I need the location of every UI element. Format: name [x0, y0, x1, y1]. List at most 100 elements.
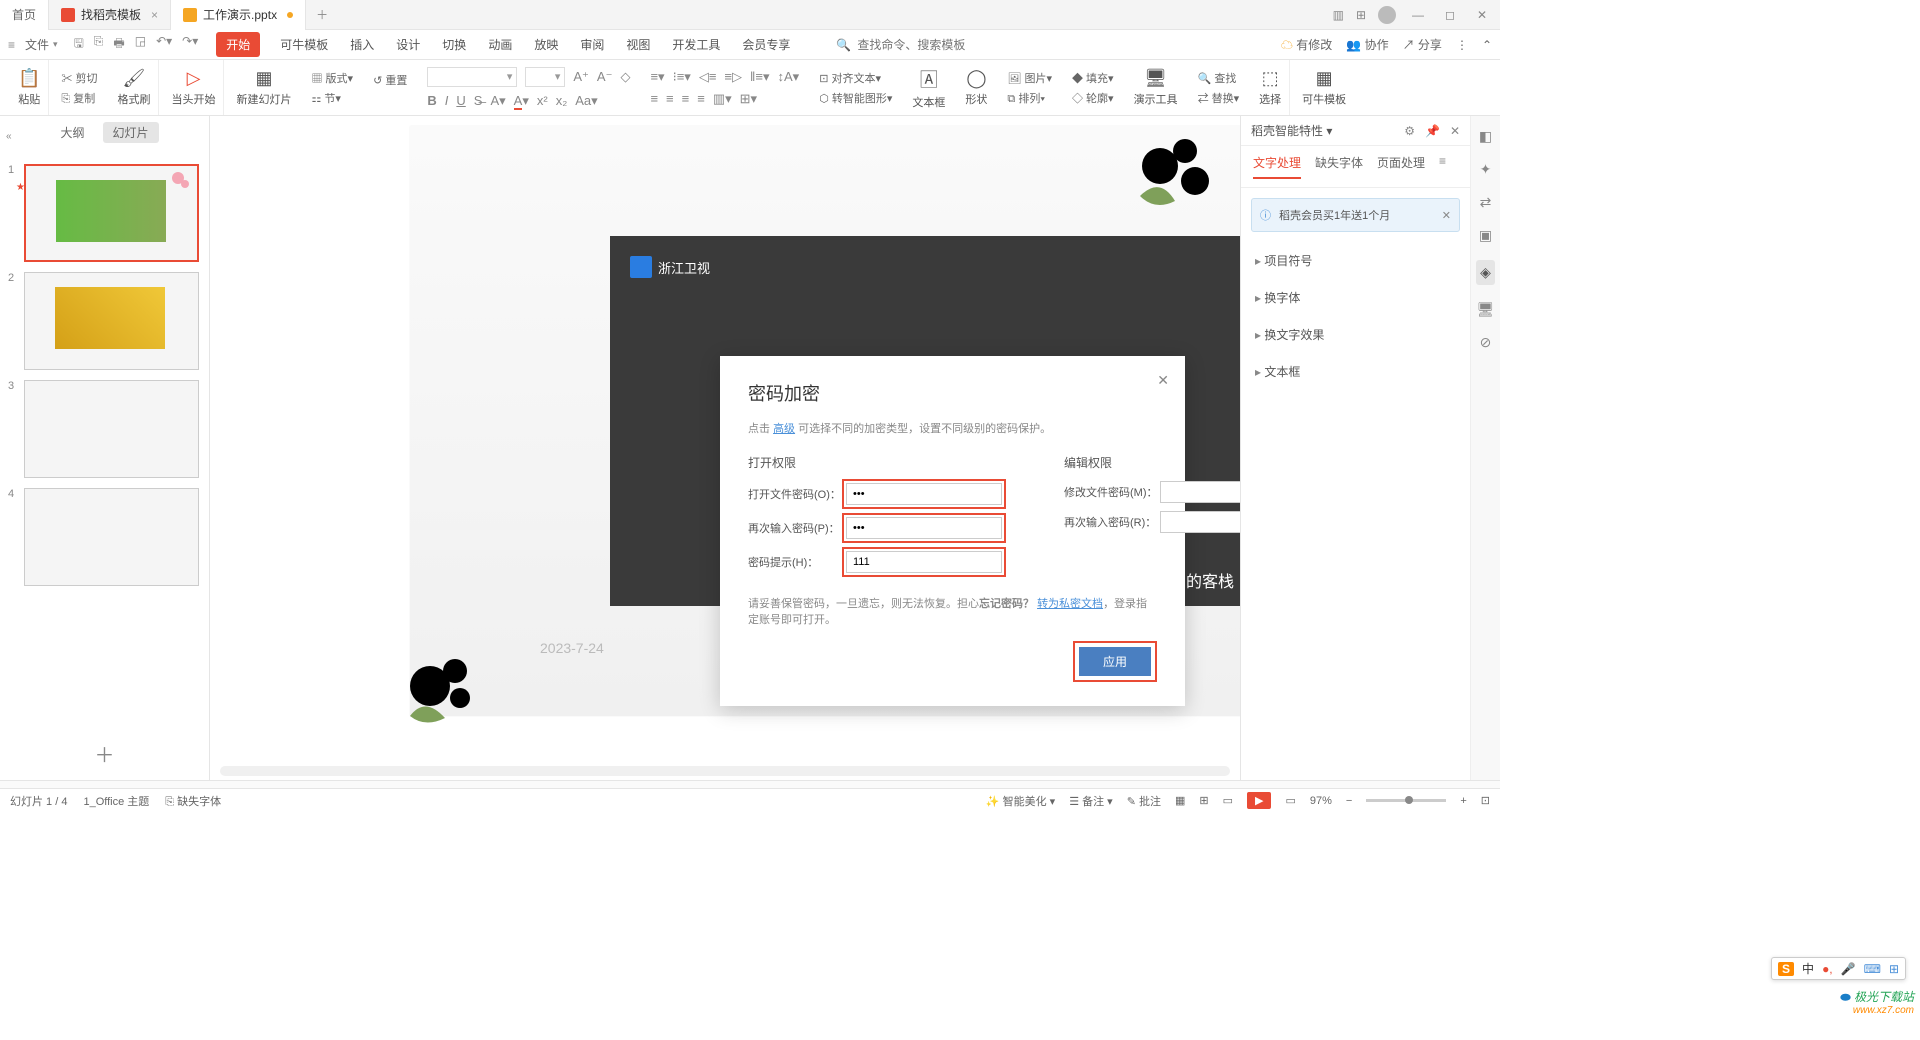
tab-review[interactable]: 审阅: [578, 32, 606, 57]
increase-font-icon[interactable]: A⁺: [573, 69, 589, 85]
copy-button[interactable]: ⎘ 复制: [61, 90, 97, 106]
indent-right-icon[interactable]: ≡▷: [724, 69, 742, 85]
replace-button[interactable]: ⇄ 替换▾: [1198, 90, 1240, 106]
tab-text-process[interactable]: 文字处理: [1253, 154, 1301, 179]
collapse-panel-icon[interactable]: «: [6, 131, 215, 142]
view-normal-icon[interactable]: ▦: [1175, 794, 1185, 807]
align-left-icon[interactable]: ≡: [650, 91, 658, 106]
pending-changes[interactable]: ☁ 有修改: [1281, 36, 1332, 53]
tab-view[interactable]: 视图: [624, 32, 652, 57]
font-color-icon[interactable]: A▾: [514, 93, 529, 109]
underline-icon[interactable]: U: [456, 93, 465, 108]
settings-icon[interactable]: ⚙: [1404, 124, 1415, 138]
template-icon[interactable]: ▦: [1316, 68, 1333, 89]
maximize-button[interactable]: ◻: [1440, 8, 1460, 22]
menu-icon[interactable]: ≡: [8, 38, 15, 52]
fit-icon[interactable]: ⊡: [1481, 794, 1490, 807]
slide-thumb-1[interactable]: 1 ★: [8, 164, 201, 262]
fontsize-combo[interactable]: ▾: [525, 67, 565, 87]
rail-help-icon[interactable]: ⊘: [1480, 334, 1492, 351]
subscript-icon[interactable]: x₂: [556, 93, 568, 108]
play-button[interactable]: ▶: [1247, 792, 1271, 809]
tab-animation[interactable]: 动画: [486, 32, 514, 57]
open-password-input[interactable]: [846, 483, 1002, 505]
pin-icon[interactable]: 📌: [1425, 124, 1440, 138]
rail-layers-icon[interactable]: ▣: [1479, 227, 1492, 244]
arrange-button[interactable]: ⧉ 排列▾: [1007, 90, 1052, 106]
dialog-close-button[interactable]: ✕: [1157, 372, 1169, 389]
clear-format-icon[interactable]: ◇: [620, 69, 630, 85]
save-icon[interactable]: 🖫: [74, 34, 84, 55]
rail-sparkle-icon[interactable]: ✦: [1480, 161, 1492, 178]
align-right-icon[interactable]: ≡: [682, 91, 690, 106]
ime-keyboard-icon[interactable]: ⌨: [1864, 962, 1881, 976]
search-input[interactable]: [857, 38, 997, 52]
text-direction-icon[interactable]: ↕A▾: [778, 69, 800, 85]
decrease-font-icon[interactable]: A⁻: [597, 69, 613, 85]
rail-smart-icon[interactable]: ◈: [1476, 260, 1495, 285]
command-search[interactable]: 🔍: [836, 38, 997, 52]
minimize-button[interactable]: —: [1408, 8, 1428, 22]
textbox-icon[interactable]: 🄰: [920, 66, 938, 92]
highlight-icon[interactable]: A▾: [490, 93, 505, 109]
open-password-confirm-input[interactable]: [846, 517, 1002, 539]
italic-icon[interactable]: I: [445, 93, 449, 108]
edit-password-confirm-input[interactable]: [1160, 511, 1240, 533]
redo-icon[interactable]: ↷▾: [182, 34, 198, 55]
beautify-button[interactable]: ✨ 智能美化 ▾: [986, 793, 1055, 809]
line-spacing-icon[interactable]: ‖≡▾: [750, 69, 769, 85]
ime-voice-icon[interactable]: 🎤: [1841, 962, 1856, 976]
tab-keniu[interactable]: 可牛模板: [278, 32, 330, 57]
select-icon[interactable]: ⬚: [1262, 68, 1279, 89]
tab-document[interactable]: 工作演示.pptx: [171, 0, 306, 30]
ime-settings-icon[interactable]: ⊞: [1889, 962, 1899, 976]
private-doc-link[interactable]: 转为私密文档: [1037, 598, 1103, 610]
layout-toggle-icon[interactable]: ▥: [1333, 8, 1344, 22]
columns-icon[interactable]: ▥▾: [713, 91, 732, 107]
rail-screen-icon[interactable]: 🖥: [1477, 301, 1495, 318]
format-painter-icon[interactable]: 🖌: [123, 68, 146, 89]
apply-button[interactable]: 应用: [1079, 647, 1151, 676]
edit-password-input[interactable]: [1160, 481, 1240, 503]
close-icon[interactable]: ×: [151, 8, 158, 22]
zoom-minus[interactable]: −: [1346, 795, 1352, 807]
slide-thumb-2[interactable]: 2: [8, 272, 201, 370]
password-hint-input[interactable]: [846, 551, 1002, 573]
ime-punct-icon[interactable]: ●,: [1822, 962, 1833, 976]
rail-design-icon[interactable]: ◧: [1479, 128, 1492, 145]
tab-template[interactable]: 找稻壳模板×: [49, 0, 171, 30]
tab-member[interactable]: 会员专享: [740, 32, 792, 57]
align-text-button[interactable]: ⊡ 对齐文本▾: [819, 70, 892, 86]
coop-button[interactable]: 👥 协作: [1346, 36, 1388, 53]
item-textbox[interactable]: 文本框: [1241, 353, 1470, 390]
share-button[interactable]: ↗ 分享: [1403, 36, 1442, 53]
view-sorter-icon[interactable]: ⊞: [1199, 794, 1208, 807]
numbering-icon[interactable]: ⁝≡▾: [673, 69, 691, 85]
member-banner[interactable]: ⓘ 稻壳会员买1年送1个月 ✕: [1251, 198, 1460, 232]
zoom-value[interactable]: 97%: [1310, 795, 1332, 807]
image-button[interactable]: 🖼 图片▾: [1007, 70, 1052, 86]
section-button[interactable]: ⚏ 节▾: [311, 90, 353, 106]
comments-button[interactable]: ✎ 批注: [1127, 793, 1161, 809]
tab-home[interactable]: 首页: [0, 0, 49, 30]
play-from-start-icon[interactable]: ▷: [187, 68, 201, 89]
item-bullets[interactable]: 项目符号: [1241, 242, 1470, 279]
strike-icon[interactable]: S̶: [474, 93, 483, 108]
cut-button[interactable]: ✂ 剪切: [61, 70, 97, 86]
fill-button[interactable]: ◆ 填充▾: [1072, 70, 1114, 86]
view-reading-icon[interactable]: ▭: [1223, 794, 1233, 807]
paste-button[interactable]: 粘贴: [18, 91, 40, 107]
distribute-icon[interactable]: ⊞▾: [740, 91, 757, 107]
print-preview-icon[interactable]: ⎘: [94, 34, 104, 55]
new-slide-icon[interactable]: ▦: [255, 68, 272, 89]
shape-icon[interactable]: ◯: [966, 68, 986, 89]
tools-icon[interactable]: 🖥: [1144, 68, 1167, 89]
ime-lang[interactable]: 中: [1802, 960, 1814, 977]
close-button[interactable]: ✕: [1472, 8, 1492, 22]
tab-start[interactable]: 开始: [216, 32, 260, 57]
ime-toolbar[interactable]: S 中 ●, 🎤 ⌨ ⊞: [1771, 957, 1906, 980]
outline-button[interactable]: ◇ 轮廓▾: [1072, 90, 1114, 106]
change-case-icon[interactable]: Aa▾: [575, 93, 597, 109]
align-center-icon[interactable]: ≡: [666, 91, 674, 106]
tab-slideshow[interactable]: 放映: [532, 32, 560, 57]
